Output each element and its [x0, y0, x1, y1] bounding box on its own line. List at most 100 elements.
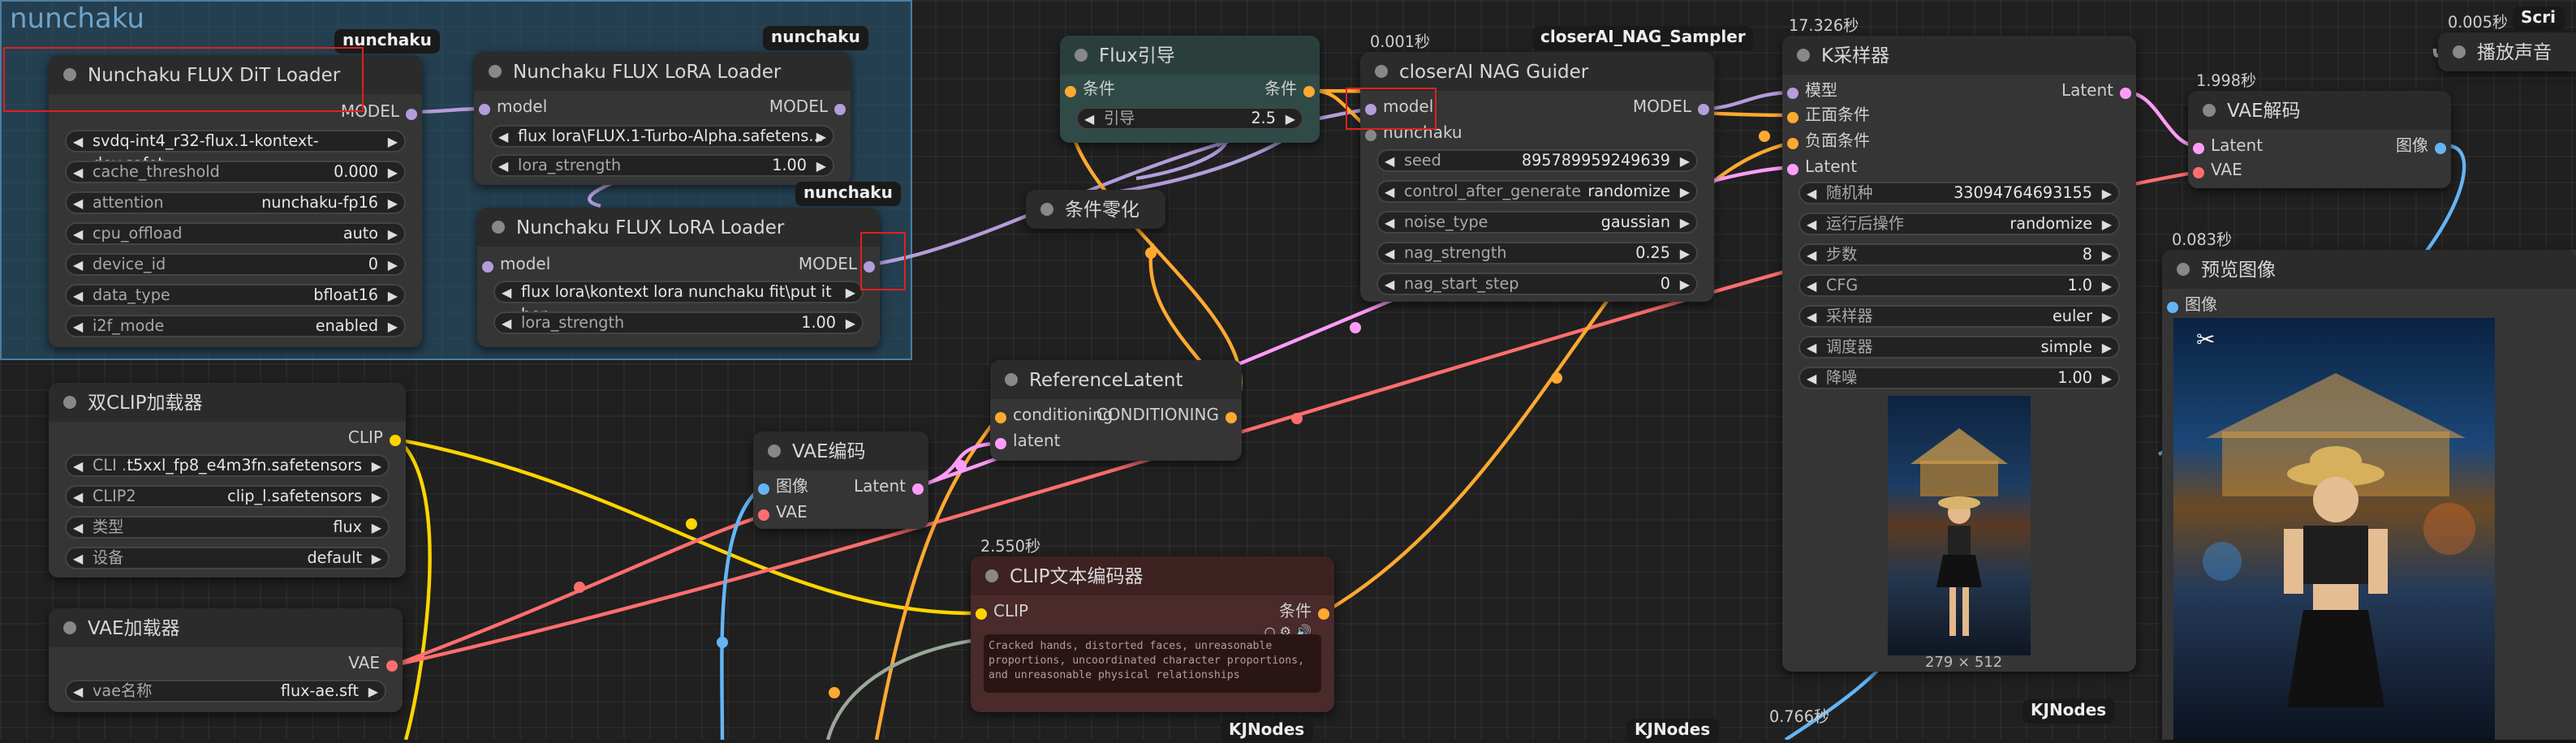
- lora-strength-widget[interactable]: ◀ lora_strength 1.00 ▶: [493, 311, 864, 334]
- device-id-widget[interactable]: ◀ device_id 0 ▶: [65, 253, 406, 276]
- control-after-generate-widget[interactable]: ◀ control_after_generate randomize ▶: [1376, 180, 1698, 203]
- model-name-combo[interactable]: ◀svdq-int4_r32-flux.1-kontext-dev.safet.…: [65, 130, 406, 174]
- socket-icon[interactable]: [995, 437, 1006, 449]
- collapse-dot-icon[interactable]: [2177, 263, 2190, 276]
- collapse-dot-icon[interactable]: [1797, 49, 1810, 62]
- input-model[interactable]: model: [482, 253, 550, 279]
- vae-decode-node[interactable]: VAE解码 Latent 图像 VAE: [2188, 91, 2451, 188]
- lora-strength-widget[interactable]: ◀ lora_strength 1.00 ▶: [490, 154, 834, 177]
- output-conditioning[interactable]: 条件: [1279, 600, 1329, 626]
- type-widget[interactable]: ◀ 类型 flux ▶: [65, 516, 390, 539]
- output-vae[interactable]: VAE: [348, 652, 398, 678]
- denoise-widget[interactable]: ◀ 降噪 1.00 ▶: [1798, 367, 2120, 389]
- lora-name-combo[interactable]: ◀ flux lora\kontext lora nunchaku fit\put…: [493, 281, 864, 324]
- collapse-dot-icon[interactable]: [2203, 104, 2216, 117]
- output-conditioning[interactable]: 条件: [1264, 78, 1315, 104]
- input-vae[interactable]: VAE: [758, 501, 808, 527]
- device-widget[interactable]: ◀ 设备 default ▶: [65, 547, 390, 569]
- node-title[interactable]: 双CLIP加载器: [49, 383, 406, 422]
- node-title[interactable]: K采样器: [1782, 36, 2136, 75]
- attention-widget[interactable]: ◀ attention nunchaku-fp16 ▶: [65, 191, 406, 214]
- output-model[interactable]: MODEL: [769, 96, 846, 122]
- prompt-textarea[interactable]: Cracked hands, distorted faces, unreason…: [984, 634, 1321, 693]
- node-graph-canvas[interactable]: nunchaku Nunchaku FLUX DiT Loader MODEL …: [0, 0, 2576, 743]
- input-model[interactable]: 模型: [1787, 79, 1837, 105]
- after-run-widget[interactable]: ◀ 运行后操作 randomize ▶: [1798, 213, 2120, 235]
- noise-type-widget[interactable]: ◀ noise_type gaussian ▶: [1376, 211, 1698, 234]
- socket-icon[interactable]: [386, 659, 398, 671]
- node-title[interactable]: Nunchaku FLUX LoRA Loader: [474, 52, 851, 91]
- cfg-widget[interactable]: ◀ CFG 1.0 ▶: [1798, 274, 2120, 297]
- socket-icon[interactable]: [479, 103, 490, 114]
- collapse-dot-icon[interactable]: [2453, 45, 2466, 58]
- socket-icon[interactable]: [1065, 85, 1076, 97]
- collapse-dot-icon[interactable]: [1375, 65, 1388, 78]
- socket-icon[interactable]: [390, 434, 401, 445]
- input-vae[interactable]: VAE: [2193, 159, 2242, 185]
- play-sound-node[interactable]: 播放声音: [2438, 32, 2576, 71]
- collapse-dot-icon[interactable]: [768, 445, 781, 457]
- collapse-dot-icon[interactable]: [1075, 49, 1088, 62]
- input-clip[interactable]: CLIP: [976, 600, 1028, 626]
- node-title[interactable]: 播放声音: [2438, 32, 2576, 71]
- clip1-widget[interactable]: ◀ CLI ... t5xxl_fp8_e4m3fn.safetensors ▶: [65, 454, 390, 477]
- clip-text-encoder-node[interactable]: CLIP文本编码器 CLIP 条件 ○ ⚙ 🔊 Cracked hands, d…: [971, 556, 1334, 712]
- socket-icon[interactable]: [2120, 87, 2131, 98]
- output-model[interactable]: MODEL: [799, 253, 875, 279]
- socket-icon[interactable]: [1303, 85, 1315, 97]
- node-title[interactable]: VAE解码: [2188, 91, 2451, 130]
- input-conditioning[interactable]: 条件: [1065, 78, 1115, 104]
- socket-icon[interactable]: [758, 483, 769, 494]
- cache-threshold-widget[interactable]: ◀ cache_threshold 0.000 ▶: [65, 161, 406, 183]
- vae-loader-node[interactable]: VAE加载器 VAE ◀ vae名称 flux-ae.sft ▶: [49, 608, 403, 712]
- collapse-dot-icon[interactable]: [489, 65, 502, 78]
- input-negative[interactable]: 负面条件: [1787, 130, 1870, 156]
- input-model[interactable]: model: [479, 96, 547, 122]
- collapse-dot-icon[interactable]: [63, 396, 76, 409]
- node-title[interactable]: ReferenceLatent: [990, 360, 1242, 399]
- output-latent[interactable]: Latent: [854, 475, 924, 501]
- collapse-dot-icon[interactable]: [1040, 203, 1053, 216]
- node-title[interactable]: 预览图像: [2162, 250, 2576, 289]
- socket-icon[interactable]: [1787, 163, 1798, 174]
- socket-icon[interactable]: [482, 260, 493, 272]
- dual-clip-loader-node[interactable]: 双CLIP加载器 CLIP ◀ CLI ... t5xxl_fp8_e4m3fn.s…: [49, 383, 406, 578]
- socket-icon[interactable]: [2193, 142, 2204, 153]
- socket-icon[interactable]: [995, 411, 1006, 423]
- nag-strength-widget[interactable]: ◀ nag_strength 0.25 ▶: [1376, 242, 1698, 264]
- scheduler-widget[interactable]: ◀ 调度器 simple ▶: [1798, 336, 2120, 359]
- i2f-mode-widget[interactable]: ◀ i2f_mode enabled ▶: [65, 315, 406, 337]
- sampler-widget[interactable]: ◀ 采样器 euler ▶: [1798, 305, 2120, 328]
- output-model[interactable]: MODEL: [1633, 96, 1709, 122]
- vae-encode-node[interactable]: VAE编码 图像 Latent VAE: [753, 432, 928, 529]
- socket-icon[interactable]: [1318, 608, 1329, 619]
- input-latent[interactable]: latent: [995, 430, 1061, 456]
- lora-loader-2-node[interactable]: Nunchaku FLUX LoRA Loader model MODEL ◀ f…: [477, 208, 880, 347]
- input-latent[interactable]: Latent: [2193, 135, 2263, 161]
- vae-name-widget[interactable]: ◀ vae名称 flux-ae.sft ▶: [65, 680, 386, 702]
- output-latent[interactable]: Latent: [2061, 79, 2131, 105]
- data-type-widget[interactable]: ◀ data_type bfloat16 ▶: [65, 284, 406, 307]
- socket-icon[interactable]: [2193, 166, 2204, 178]
- collapse-dot-icon[interactable]: [985, 569, 998, 582]
- nag-start-step-widget[interactable]: ◀ nag_start_step 0 ▶: [1376, 273, 1698, 295]
- input-positive[interactable]: 正面条件: [1787, 104, 1870, 130]
- node-title[interactable]: VAE加载器: [49, 608, 403, 647]
- socket-icon[interactable]: [1365, 129, 1376, 140]
- reference-latent-node[interactable]: ReferenceLatent conditioning CONDITIONIN…: [990, 360, 1242, 461]
- ksampler-node[interactable]: K采样器 模型 Latent 正面条件 负面条件 Latent ◀ 随机种 3309…: [1782, 36, 2136, 672]
- lora-loader-1-node[interactable]: Nunchaku FLUX LoRA Loader model MODEL ◀ f…: [474, 52, 851, 185]
- socket-icon[interactable]: [834, 103, 846, 114]
- socket-icon[interactable]: [1698, 103, 1709, 114]
- input-latent[interactable]: Latent: [1787, 156, 1857, 182]
- input-image[interactable]: 图像: [2167, 294, 2217, 320]
- conditioning-zero-node[interactable]: 条件零化: [1026, 190, 1165, 229]
- socket-icon[interactable]: [406, 108, 417, 119]
- steps-widget[interactable]: ◀ 步数 8 ▶: [1798, 243, 2120, 266]
- socket-icon[interactable]: [1226, 411, 1237, 423]
- output-clip[interactable]: CLIP: [348, 427, 401, 453]
- socket-icon[interactable]: [1787, 137, 1798, 148]
- socket-icon[interactable]: [976, 608, 987, 619]
- collapse-dot-icon[interactable]: [492, 221, 505, 234]
- preview-output-image[interactable]: ✂: [2173, 318, 2495, 740]
